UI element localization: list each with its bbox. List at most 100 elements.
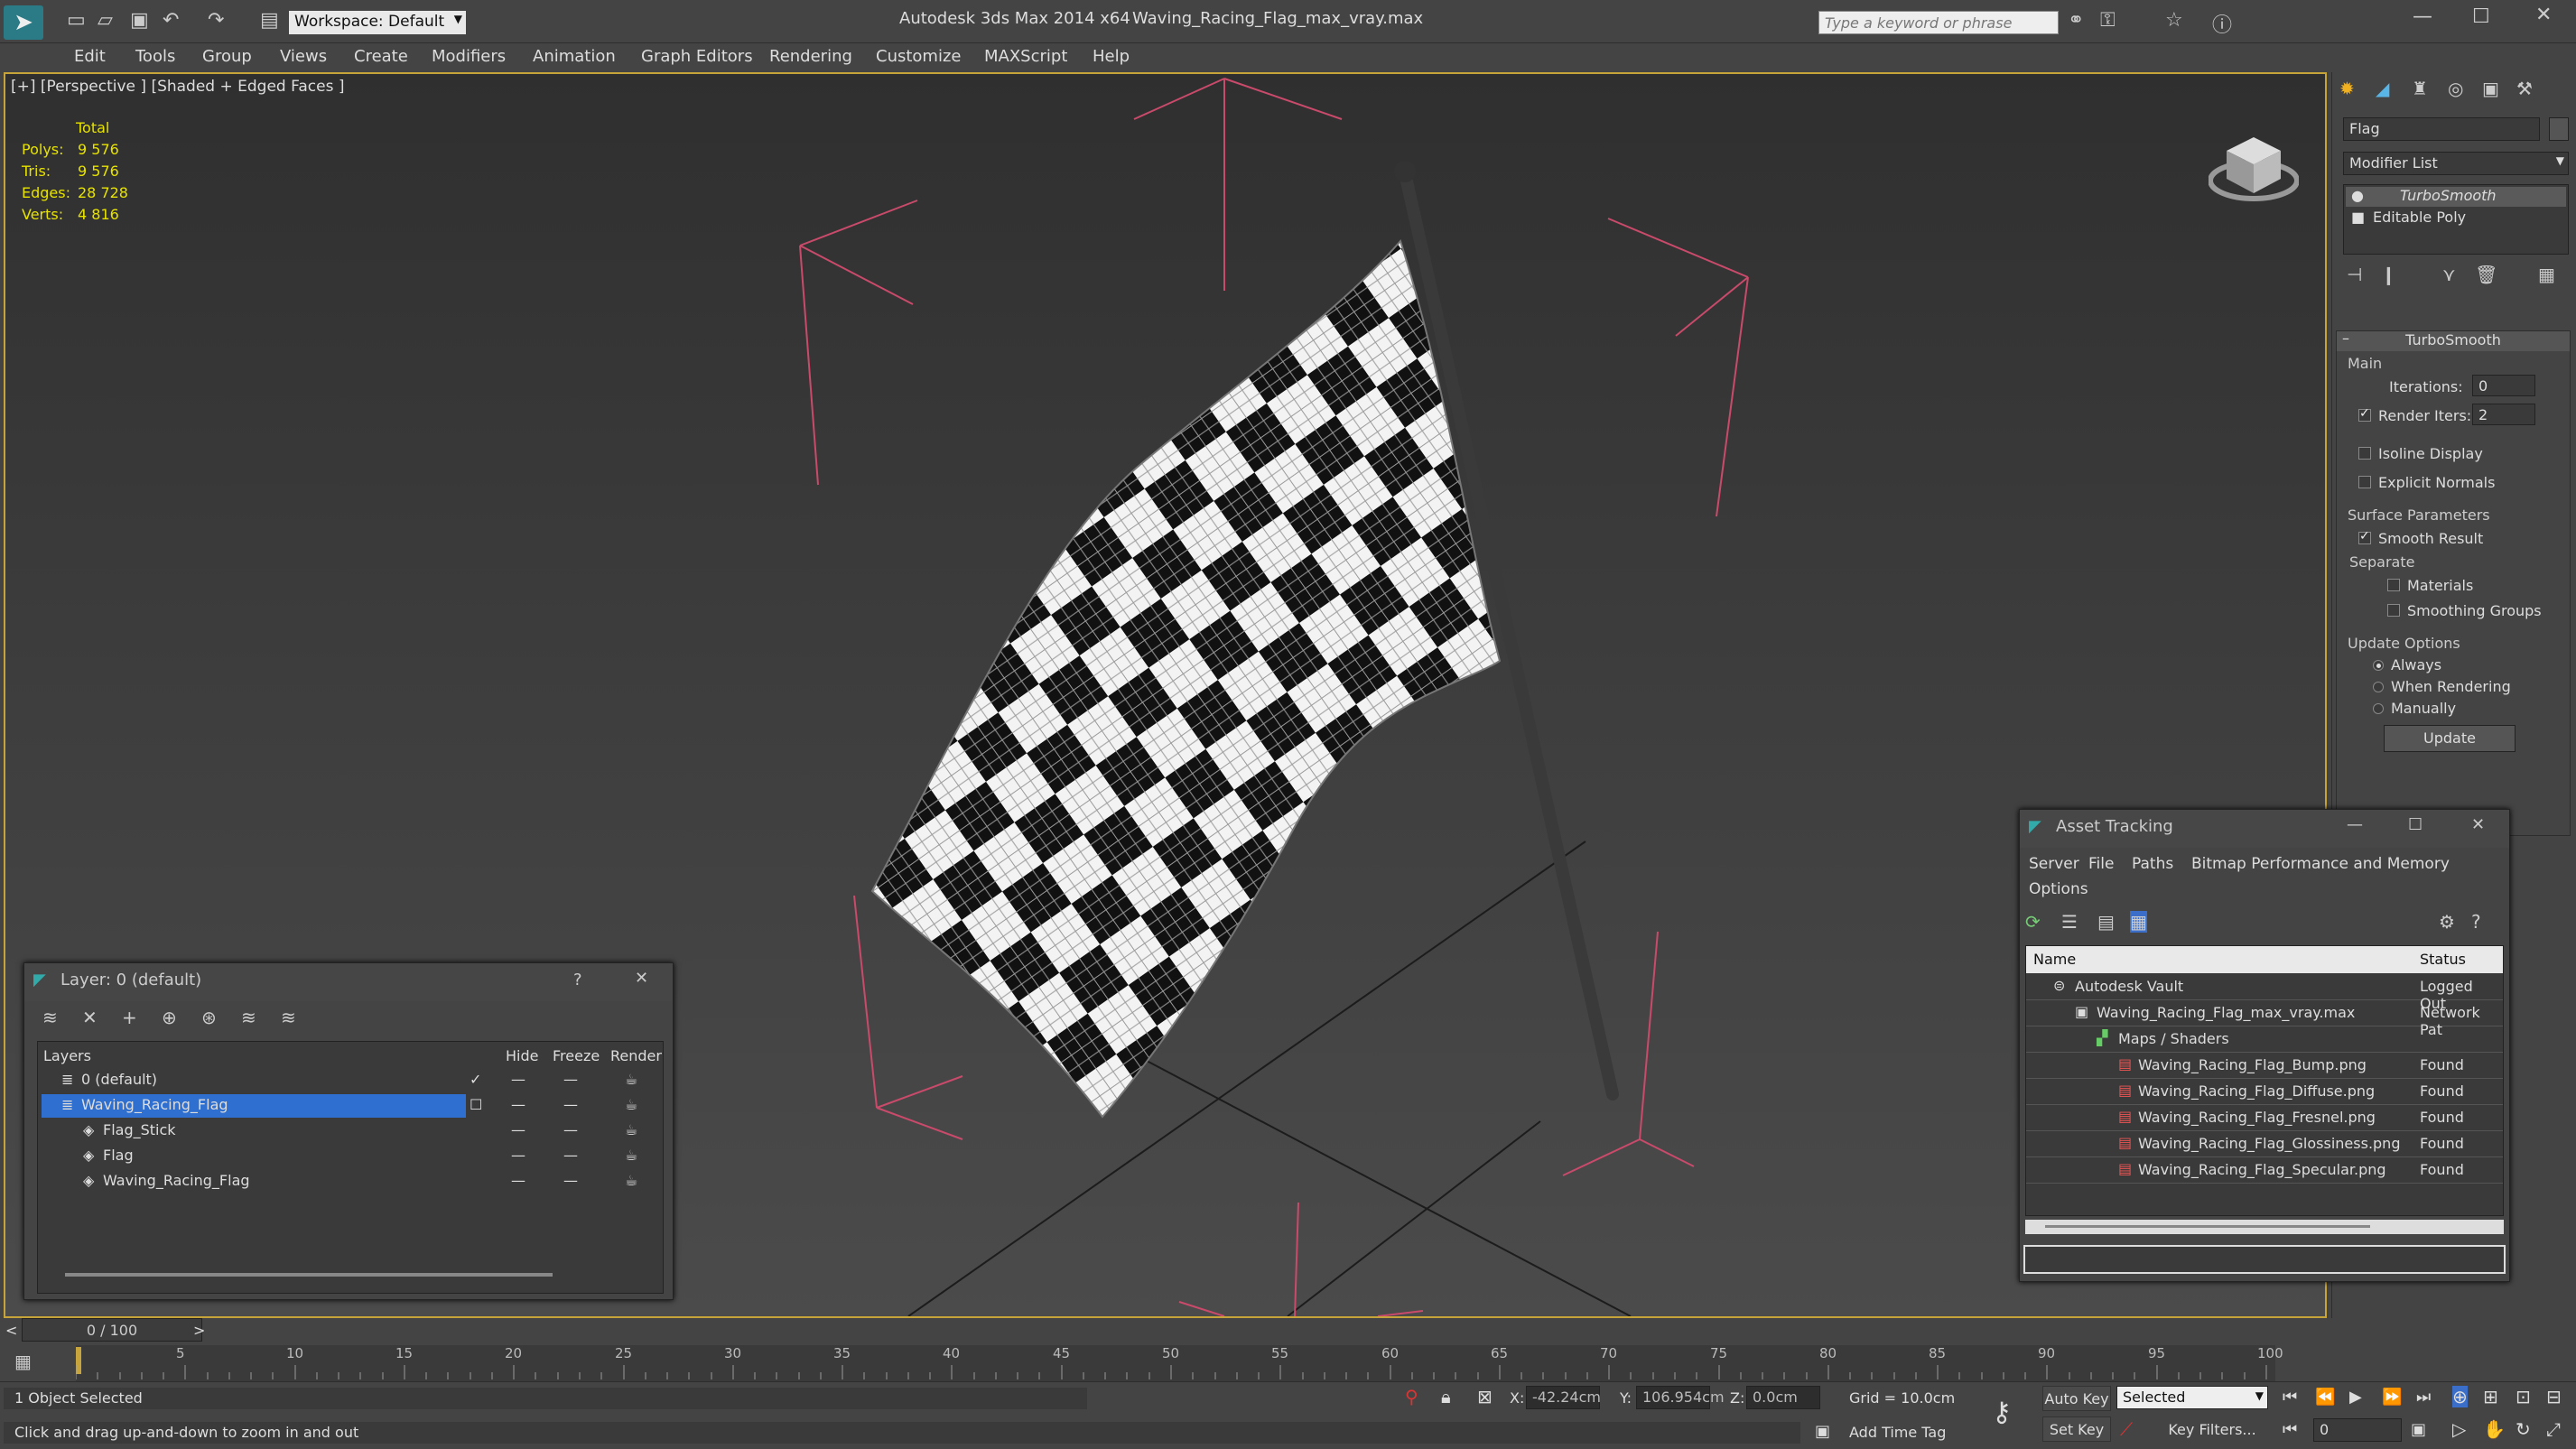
help-icon[interactable]: ⓘ — [2212, 9, 2232, 38]
add-to-layer-icon[interactable]: + — [122, 1007, 137, 1028]
new-layer-icon[interactable]: ≋ — [42, 1007, 58, 1028]
orbit-icon[interactable]: ↻ — [2516, 1418, 2531, 1440]
freeze-toggle[interactable]: — — [563, 1147, 578, 1164]
goto-end-icon[interactable]: ⏭ — [2416, 1388, 2431, 1407]
freeze-toggle[interactable]: — — [563, 1071, 578, 1088]
minimize-icon[interactable]: — — [2413, 5, 2432, 28]
explicit-normals-checkbox[interactable] — [2358, 476, 2371, 488]
remove-modifier-icon[interactable]: 🗑 — [2475, 264, 2497, 285]
mini-curve-editor-icon[interactable]: ▦ — [14, 1351, 42, 1374]
name-column-header[interactable]: Name — [2033, 951, 2076, 968]
iterations-spinner[interactable]: 0 — [2472, 375, 2535, 396]
menu-customize[interactable]: Customize — [876, 47, 961, 66]
freeze-toggle[interactable]: — — [563, 1121, 578, 1138]
menu-edit[interactable]: Edit — [74, 47, 106, 66]
object-color-swatch[interactable] — [2549, 117, 2569, 141]
always-radio[interactable] — [2373, 660, 2384, 671]
render-iters-checkbox[interactable] — [2358, 406, 2371, 422]
selection-set-dropdown[interactable]: Selected ▼ — [2116, 1386, 2268, 1409]
asset-row[interactable]: ⊜ Autodesk Vault Logged Out — [2026, 975, 2503, 1012]
current-frame-field[interactable]: 0 — [2313, 1418, 2402, 1442]
menu-group[interactable]: Group — [202, 47, 252, 66]
time-config-icon[interactable]: ▣ — [2411, 1420, 2426, 1439]
asset-menu-paths[interactable]: Paths — [2132, 855, 2173, 873]
binoculars-icon[interactable]: ⚭ — [2068, 9, 2084, 32]
menu-modifiers[interactable]: Modifiers — [432, 47, 506, 66]
object-name-field[interactable]: Flag — [2343, 117, 2540, 141]
zoom-all-icon[interactable]: ⊞ — [2483, 1386, 2498, 1407]
zoom-icon[interactable]: ⊕ — [2452, 1386, 2468, 1407]
hide-column-header[interactable]: Hide — [506, 1047, 538, 1064]
asset-menu-bitmap[interactable]: Bitmap Performance and Memory — [2191, 855, 2450, 873]
next-key-icon[interactable]: ⏩ — [2382, 1388, 2402, 1407]
stack-item-editable-poly[interactable]: ■ Editable Poly — [2346, 209, 2566, 228]
tree-view-icon[interactable]: ▤ — [2097, 911, 2115, 933]
pin-stack-icon[interactable]: ⊣ — [2347, 264, 2362, 285]
set-key-button[interactable]: Set Key — [2042, 1416, 2111, 1442]
asset-window-titlebar[interactable]: ◤ Asset Tracking — ☐ ✕ — [2020, 810, 2509, 848]
menu-graph-editors[interactable]: Graph Editors — [641, 47, 753, 66]
layer-row-selected[interactable]: ≣ Waving_Racing_Flag ☐ — — ☕ — [38, 1094, 663, 1119]
field-of-view-icon[interactable]: ▷ — [2452, 1418, 2466, 1440]
zoom-extents-icon[interactable]: ⊡ — [2516, 1386, 2531, 1407]
render-iters-spinner[interactable]: 2 — [2472, 404, 2535, 425]
table-view-icon[interactable]: ▦ — [2130, 911, 2147, 933]
key-filters-button[interactable]: Key Filters... — [2160, 1418, 2264, 1442]
menu-rendering[interactable]: Rendering — [769, 47, 852, 66]
render-teapot-icon[interactable]: ☕ — [625, 1071, 637, 1088]
menu-views[interactable]: Views — [280, 47, 327, 66]
asset-menu-file[interactable]: File — [2088, 855, 2114, 873]
project-icon[interactable]: ▤ — [260, 9, 279, 32]
close-icon[interactable]: ✕ — [635, 969, 648, 988]
object-row[interactable]: ◈ Waving_Racing_Flag — — ☕ — [38, 1170, 663, 1195]
light-bulb-icon[interactable]: ● — [2351, 187, 2364, 204]
freeze-toggle[interactable]: — — [563, 1096, 578, 1113]
utilities-tab-icon[interactable]: ⚒ — [2516, 78, 2533, 99]
zoom-extents-all-icon[interactable]: ⊟ — [2546, 1386, 2562, 1407]
asset-row[interactable]: ▤ Waving_Racing_Flag_Diffuse.png Found — [2026, 1080, 2503, 1105]
time-slider[interactable]: 0 / 100 — [22, 1318, 202, 1342]
modifier-list-dropdown[interactable]: Modifier List ▼ — [2343, 152, 2569, 175]
pan-icon[interactable]: ✋ — [2483, 1418, 2506, 1440]
key-icon[interactable]: ⚿ — [2100, 9, 2116, 32]
when-rendering-radio[interactable] — [2373, 682, 2384, 692]
maximize-viewport-icon[interactable]: ⤢ — [2546, 1418, 2561, 1440]
motion-tab-icon[interactable]: ◎ — [2448, 78, 2463, 99]
help-icon[interactable]: ? — [2471, 911, 2481, 933]
maximize-icon[interactable]: ☐ — [2408, 815, 2423, 834]
menu-maxscript[interactable]: MAXScript — [984, 47, 1067, 66]
asset-row[interactable]: ▤ Waving_Racing_Flag_Specular.png Found — [2026, 1158, 2503, 1184]
y-coordinate-field[interactable]: 106.954cm — [1636, 1386, 1725, 1409]
asset-scrollbar[interactable] — [2025, 1220, 2504, 1234]
z-coordinate-field[interactable]: 0.0cm — [1746, 1386, 1820, 1409]
layer-row[interactable]: ≣ 0 (default) ✓ — — ☕ — [38, 1069, 663, 1094]
hide-all-icon[interactable]: ≋ — [241, 1007, 256, 1028]
active-box-icon[interactable]: ☐ — [470, 1096, 482, 1113]
x-coordinate-field[interactable]: -42.24cm — [1526, 1386, 1601, 1409]
undo-icon[interactable]: ↶ — [163, 9, 179, 32]
search-input[interactable]: Type a keyword or phrase — [1818, 11, 2059, 34]
list-view-icon[interactable]: ☰ — [2061, 911, 2078, 933]
time-tag-icon[interactable]: ▣ — [1815, 1422, 1830, 1441]
play-icon[interactable]: ▶ — [2349, 1388, 2362, 1407]
new-file-icon[interactable]: ▭ — [67, 9, 86, 32]
isolate-icon[interactable]: ⚲ — [1405, 1386, 1418, 1407]
render-teapot-icon[interactable]: ☕ — [625, 1147, 637, 1164]
show-end-result-icon[interactable]: ❙ — [2381, 264, 2396, 285]
absolute-mode-icon[interactable]: ⊠ — [1477, 1386, 1493, 1407]
freeze-column-header[interactable]: Freeze — [553, 1047, 600, 1064]
redo-icon[interactable]: ↷ — [208, 9, 224, 32]
smooth-result-checkbox[interactable] — [2358, 529, 2371, 544]
asset-row[interactable]: ▣ Waving_Racing_Flag_max_vray.max Networ… — [2026, 1001, 2503, 1038]
modify-tab-icon[interactable]: ◢ — [2376, 78, 2389, 99]
refresh-icon[interactable]: ⟳ — [2025, 911, 2041, 933]
minimize-icon[interactable]: — — [2347, 815, 2363, 834]
hide-toggle[interactable]: — — [511, 1172, 525, 1189]
stack-item-turbosmooth[interactable]: ● TurboSmooth — [2346, 187, 2566, 207]
maximize-icon[interactable]: ☐ — [2472, 5, 2490, 28]
close-icon[interactable]: ✕ — [2535, 4, 2552, 26]
create-tab-icon[interactable]: ✹ — [2339, 78, 2355, 99]
prev-key-icon[interactable]: ⏪ — [2315, 1388, 2335, 1407]
vault-settings-icon[interactable]: ⚙ — [2439, 911, 2455, 933]
asset-menu-server[interactable]: Server — [2029, 855, 2079, 873]
